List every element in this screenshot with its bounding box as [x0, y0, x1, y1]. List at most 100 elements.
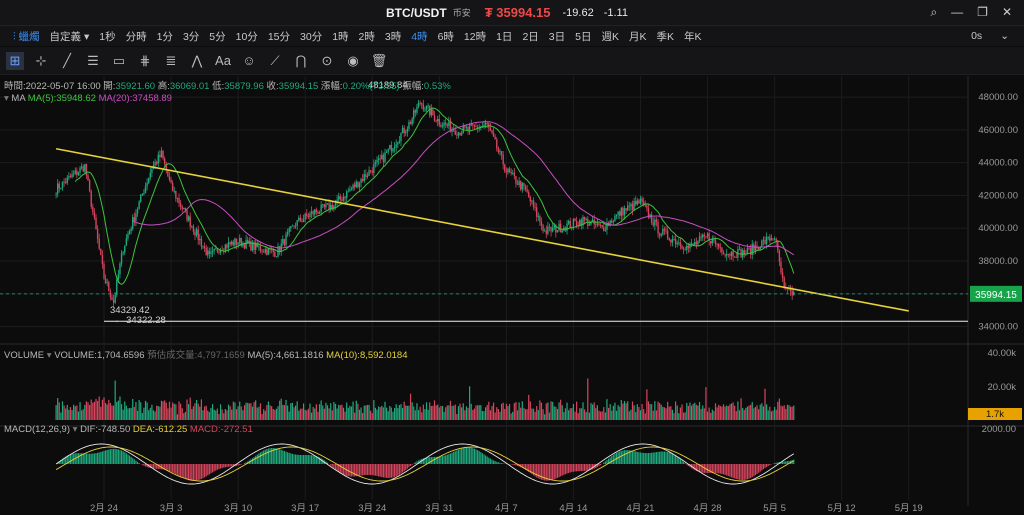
candle-body [634, 201, 637, 205]
macd-histogram-bar [719, 464, 721, 474]
magnet-icon[interactable]: ⋂ [292, 52, 310, 70]
trendline-icon[interactable]: ╱ [58, 52, 76, 70]
candle-body [232, 241, 235, 246]
search-icon[interactable]: ⌕ [930, 5, 937, 20]
candle-body [400, 133, 402, 142]
symbol-title[interactable]: BTC/USDT [386, 6, 447, 20]
volume-bar [788, 405, 790, 420]
volume-bar [750, 404, 752, 420]
timeframe-button[interactable]: 30分 [295, 29, 327, 44]
timeframe-button[interactable]: 週K [596, 29, 624, 44]
volume-bar [483, 411, 485, 420]
candle-body [761, 240, 763, 248]
candle-body [595, 224, 597, 226]
timeframe-button[interactable]: 10分 [231, 29, 263, 44]
candle-body [438, 119, 440, 125]
delete-icon[interactable]: 🗑 [370, 52, 388, 70]
volume-bar [393, 408, 396, 420]
chart-svg[interactable]: 34000.0036000.0038000.0040000.0042000.00… [0, 76, 1024, 515]
timeframe-button[interactable]: 月K [624, 29, 652, 44]
fibonacci-icon[interactable]: ≣ [162, 52, 180, 70]
timeframe-button[interactable]: 2時 [354, 29, 380, 44]
chart-area[interactable]: 34000.0036000.0038000.0040000.0042000.00… [0, 76, 1024, 515]
timeframe-button[interactable]: 1秒 [94, 29, 120, 44]
volume-bar [146, 402, 148, 420]
macd-histogram-bar [211, 464, 214, 473]
volume-bar [176, 414, 179, 420]
volume-bar [576, 401, 578, 420]
horizontal-lines-icon[interactable]: ☰ [84, 52, 102, 70]
timeframe-button[interactable]: 分時 [121, 29, 152, 44]
timeframe-button[interactable]: 年K [679, 29, 707, 44]
timeframe-button[interactable]: 3分 [178, 29, 204, 44]
timeframe-button[interactable]: 15分 [263, 29, 295, 44]
date-tick-label: 4月 21 [626, 503, 654, 514]
timeframe-button[interactable]: 5日 [570, 29, 596, 44]
candle-body [611, 220, 613, 223]
timeframe-button[interactable]: 6時 [433, 29, 459, 44]
ruler-icon[interactable]: ⟋ [266, 52, 284, 70]
candle-body [171, 182, 174, 192]
candle-body [542, 225, 544, 232]
volume-bar [649, 403, 651, 420]
more-chevron-icon[interactable]: ⌄ [995, 30, 1014, 42]
close-icon[interactable]: ✕ [1002, 5, 1012, 20]
macd-histogram-bar [730, 464, 733, 478]
volume-bar [296, 401, 298, 420]
volume-bar [614, 402, 616, 420]
timeframe-button[interactable]: 1日 [491, 29, 517, 44]
timeframe-button[interactable]: 5分 [204, 29, 230, 44]
volume-bar [563, 412, 565, 420]
volume-bar [660, 404, 662, 420]
volume-bar [122, 409, 124, 420]
candle-body [175, 191, 177, 199]
volume-bar [409, 393, 412, 420]
candle-body [767, 236, 769, 238]
macd-histogram-bar [301, 455, 303, 464]
lock-icon[interactable]: ⊙ [318, 52, 336, 70]
channel-icon[interactable]: ⋕ [136, 52, 154, 70]
pattern-icon[interactable]: ⋀ [188, 52, 206, 70]
timeframe-button[interactable]: 4時 [406, 29, 432, 44]
volume-bar [400, 404, 402, 420]
candle-body [497, 148, 500, 152]
timeframe-button[interactable]: 1分 [152, 29, 178, 44]
macd-histogram-bar [299, 455, 301, 464]
candle-body [446, 124, 448, 126]
candle-body [326, 203, 329, 205]
candle-body [437, 119, 439, 122]
timeframe-button[interactable]: 1時 [327, 29, 353, 44]
macd-histogram-bar [443, 455, 445, 464]
text-tool-icon[interactable]: Aa [214, 52, 232, 70]
timeframe-button[interactable]: 3時 [380, 29, 406, 44]
candle-body [435, 120, 437, 122]
visibility-icon[interactable]: ◉ [344, 52, 362, 70]
emoji-icon[interactable]: ☺ [240, 52, 258, 70]
timeframe-button[interactable]: 3日 [544, 29, 570, 44]
volume-bar [130, 407, 132, 420]
minimize-icon[interactable]: — [951, 5, 963, 20]
candle-body [159, 154, 161, 158]
candle-body [702, 234, 704, 238]
volume-bar [378, 406, 380, 420]
timeframe-button[interactable]: 季K [652, 29, 680, 44]
macd-histogram-bar [569, 464, 571, 473]
chart-type-button[interactable]: ⫶ 蠟燭 [8, 29, 45, 44]
macd-histogram-bar [112, 448, 115, 464]
rectangle-icon[interactable]: ▭ [110, 52, 128, 70]
candle-body [414, 110, 417, 113]
crosshair-icon[interactable]: ⊹ [32, 52, 50, 70]
macd-histogram-bar [497, 462, 499, 464]
date-tick-label: 4月 14 [559, 503, 587, 514]
custom-menu-button[interactable]: 自定義 ▾ [45, 29, 95, 44]
timeframe-button[interactable]: 2日 [517, 29, 543, 44]
layout-grid-icon[interactable]: ⊞ [6, 51, 24, 70]
volume-bar [318, 404, 321, 420]
timeframe-button[interactable]: 12時 [459, 29, 491, 44]
restore-icon[interactable]: ❐ [977, 5, 988, 20]
volume-bar [583, 409, 586, 420]
candle-body [299, 217, 302, 222]
volume-bar [513, 403, 515, 420]
macd-histogram-bar [196, 464, 198, 481]
volume-bar [467, 407, 469, 420]
